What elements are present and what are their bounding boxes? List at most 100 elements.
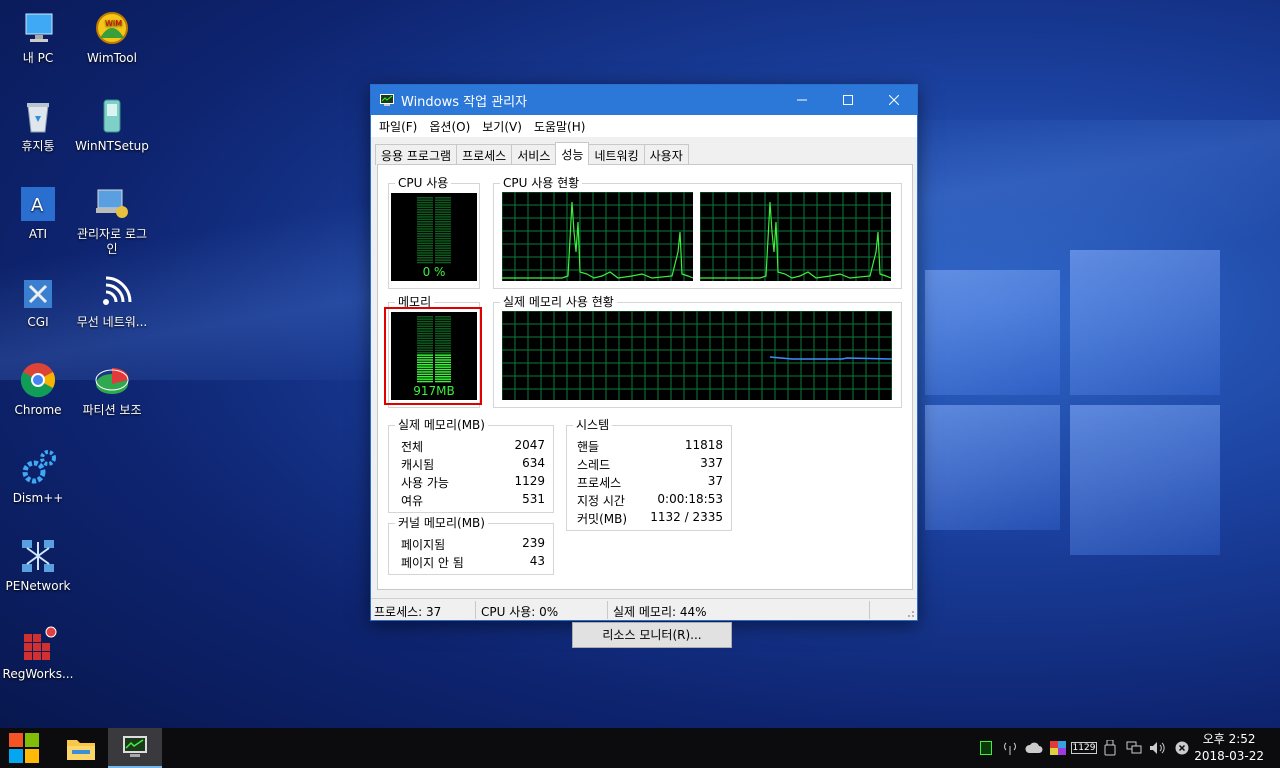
taskbar-file-explorer[interactable] — [54, 728, 108, 768]
tray-performance-icon[interactable] — [976, 738, 996, 758]
menu-help[interactable]: 도움말(H) — [528, 118, 592, 135]
tab-performance[interactable]: 성능 — [555, 142, 590, 165]
desktop-icon-label: 파티션 보조 — [82, 403, 142, 417]
tab-strip: 응용 프로그램 프로세스 서비스 성능 네트워킹 사용자 — [375, 142, 689, 165]
meter-segment — [417, 254, 433, 257]
memory-meter-highlight — [384, 307, 482, 405]
taskbar-clock[interactable]: 오후 2:52 2018-03-22 — [1194, 731, 1264, 765]
meter-segment — [435, 245, 451, 247]
desktop-icon-regworks[interactable]: RegWorks... — [0, 624, 76, 682]
meter-segment — [417, 237, 433, 240]
menu-bar: 파일(F) 옵션(O) 보기(V) 도움말(H) — [371, 115, 917, 137]
desktop-icon-label: PENetwork — [5, 579, 71, 593]
cpu-usage-value: 0 % — [422, 265, 446, 279]
system-handles-row: 핸들 11818 — [577, 438, 723, 454]
taskbar: 1129 오후 2:52 2018-03-22 — [0, 728, 1280, 768]
cgi-icon — [18, 272, 58, 312]
desktop-icon-dism[interactable]: Dism++ — [0, 448, 76, 506]
meter-segment — [417, 209, 433, 211]
meter-segment — [417, 242, 433, 245]
meter-segment — [435, 230, 451, 233]
folder-icon — [67, 740, 95, 760]
memory-tray-icon[interactable]: 1129 — [1070, 738, 1098, 758]
resource-monitor-button[interactable]: 리소스 모니터(R)... — [572, 622, 732, 648]
meter-segment — [417, 261, 433, 264]
desktop-icon-recycle-bin[interactable]: 휴지통 — [0, 96, 76, 154]
desktop-icon-chrome[interactable]: Chrome — [0, 360, 76, 418]
desktop-icon-winntsetup[interactable]: WinNTSetup — [74, 96, 150, 154]
cpu-history-graph-core-2 — [700, 192, 891, 281]
meter-segment — [435, 216, 451, 218]
cpu-history-graph-core-1 — [502, 192, 693, 281]
meter-segment — [435, 201, 451, 204]
tab-processes[interactable]: 프로세스 — [456, 144, 513, 165]
meter-segment — [435, 235, 451, 237]
system-commit-row: 커밋(MB) 1132 / 2335 — [577, 510, 723, 526]
taskbar-task-manager[interactable] — [108, 728, 162, 768]
menu-file[interactable]: 파일(F) — [373, 118, 423, 135]
meter-segment — [435, 261, 451, 264]
status-memory: 실제 메모리: 44% — [613, 605, 707, 619]
chrome-icon — [18, 360, 58, 400]
desktop-icon-label: Dism++ — [12, 491, 64, 505]
memory-history-label: 실제 메모리 사용 현황 — [500, 295, 617, 309]
desktop-icon-ati[interactable]: A ATI — [0, 184, 76, 242]
desktop-icon-partition-assistant[interactable]: 파티션 보조 — [74, 360, 150, 418]
meter-segment — [435, 228, 451, 230]
status-cpu: CPU 사용: 0% — [481, 605, 559, 619]
meter-segment — [417, 206, 433, 209]
recycle-bin-icon — [18, 96, 58, 136]
physical-memory-free-row: 여유 531 — [401, 492, 545, 508]
system-processes-row: 프로세스 37 — [577, 474, 723, 490]
desktop-icon-label: 관리자로 로그인 — [76, 227, 148, 256]
meter-segment — [435, 213, 451, 216]
menu-view[interactable]: 보기(V) — [476, 118, 528, 135]
meter-segment — [417, 233, 433, 235]
cpu-usage-meter: 0 % — [391, 193, 477, 281]
tab-users[interactable]: 사용자 — [643, 144, 689, 165]
maximize-button[interactable] — [825, 85, 871, 115]
antenna-icon[interactable] — [1000, 738, 1020, 758]
usb-icon[interactable] — [1100, 738, 1120, 758]
desktop-icon-this-pc[interactable]: 내 PC — [0, 8, 76, 66]
minimize-button[interactable] — [779, 85, 825, 115]
close-button[interactable] — [871, 85, 917, 115]
shutdown-icon[interactable] — [1172, 738, 1192, 758]
title-bar[interactable]: Windows 작업 관리자 — [371, 85, 917, 115]
desktop-icon-wimtool[interactable]: WIM WimTool — [74, 8, 150, 66]
color-palette-icon[interactable] — [1048, 738, 1068, 758]
cloud-icon[interactable] — [1024, 738, 1044, 758]
tab-services[interactable]: 서비스 — [511, 144, 557, 165]
svg-text:A: A — [31, 195, 44, 216]
status-bar: 프로세스: 37 CPU 사용: 0% 실제 메모리: 44% — [371, 598, 917, 620]
cpu-history-line — [700, 201, 891, 279]
meter-segment — [435, 259, 451, 261]
tab-applications[interactable]: 응용 프로그램 — [375, 144, 458, 165]
meter-segment — [417, 257, 433, 259]
meter-segment — [417, 225, 433, 228]
desktop-icon-cgi[interactable]: CGI — [0, 272, 76, 330]
network-icon[interactable] — [1124, 738, 1144, 758]
gear-icon — [18, 448, 58, 488]
desktop-icon-wireless[interactable]: 무선 네트워... — [74, 272, 150, 330]
meter-segment — [435, 254, 451, 257]
physical-memory-group: 실제 메모리(MB) 전체 2047 캐시됨 634 사용 가능 1129 여유 531 — [388, 418, 554, 513]
volume-icon[interactable] — [1148, 738, 1168, 758]
admin-login-icon — [92, 184, 132, 224]
desktop-icon-penetwork[interactable]: PENetwork — [0, 536, 76, 594]
physical-memory-total-row: 전체 2047 — [401, 438, 545, 454]
memory-history-graph — [502, 311, 892, 400]
tab-networking[interactable]: 네트워킹 — [588, 144, 645, 165]
system-label: 시스템 — [573, 418, 613, 432]
menu-options[interactable]: 옵션(O) — [423, 118, 476, 135]
desktop-icon-admin-login[interactable]: 관리자로 로그인 — [74, 184, 150, 257]
status-processes: 프로세스: 37 — [374, 605, 442, 619]
start-button[interactable] — [0, 728, 48, 768]
cpu-history-line — [502, 201, 693, 279]
meter-segment — [417, 199, 433, 201]
physical-memory-cached-row: 캐시됨 634 — [401, 456, 545, 472]
meter-segment — [435, 211, 451, 213]
meter-segment — [435, 247, 451, 249]
meter-segment — [417, 213, 433, 216]
resize-grip-icon[interactable] — [905, 608, 915, 618]
